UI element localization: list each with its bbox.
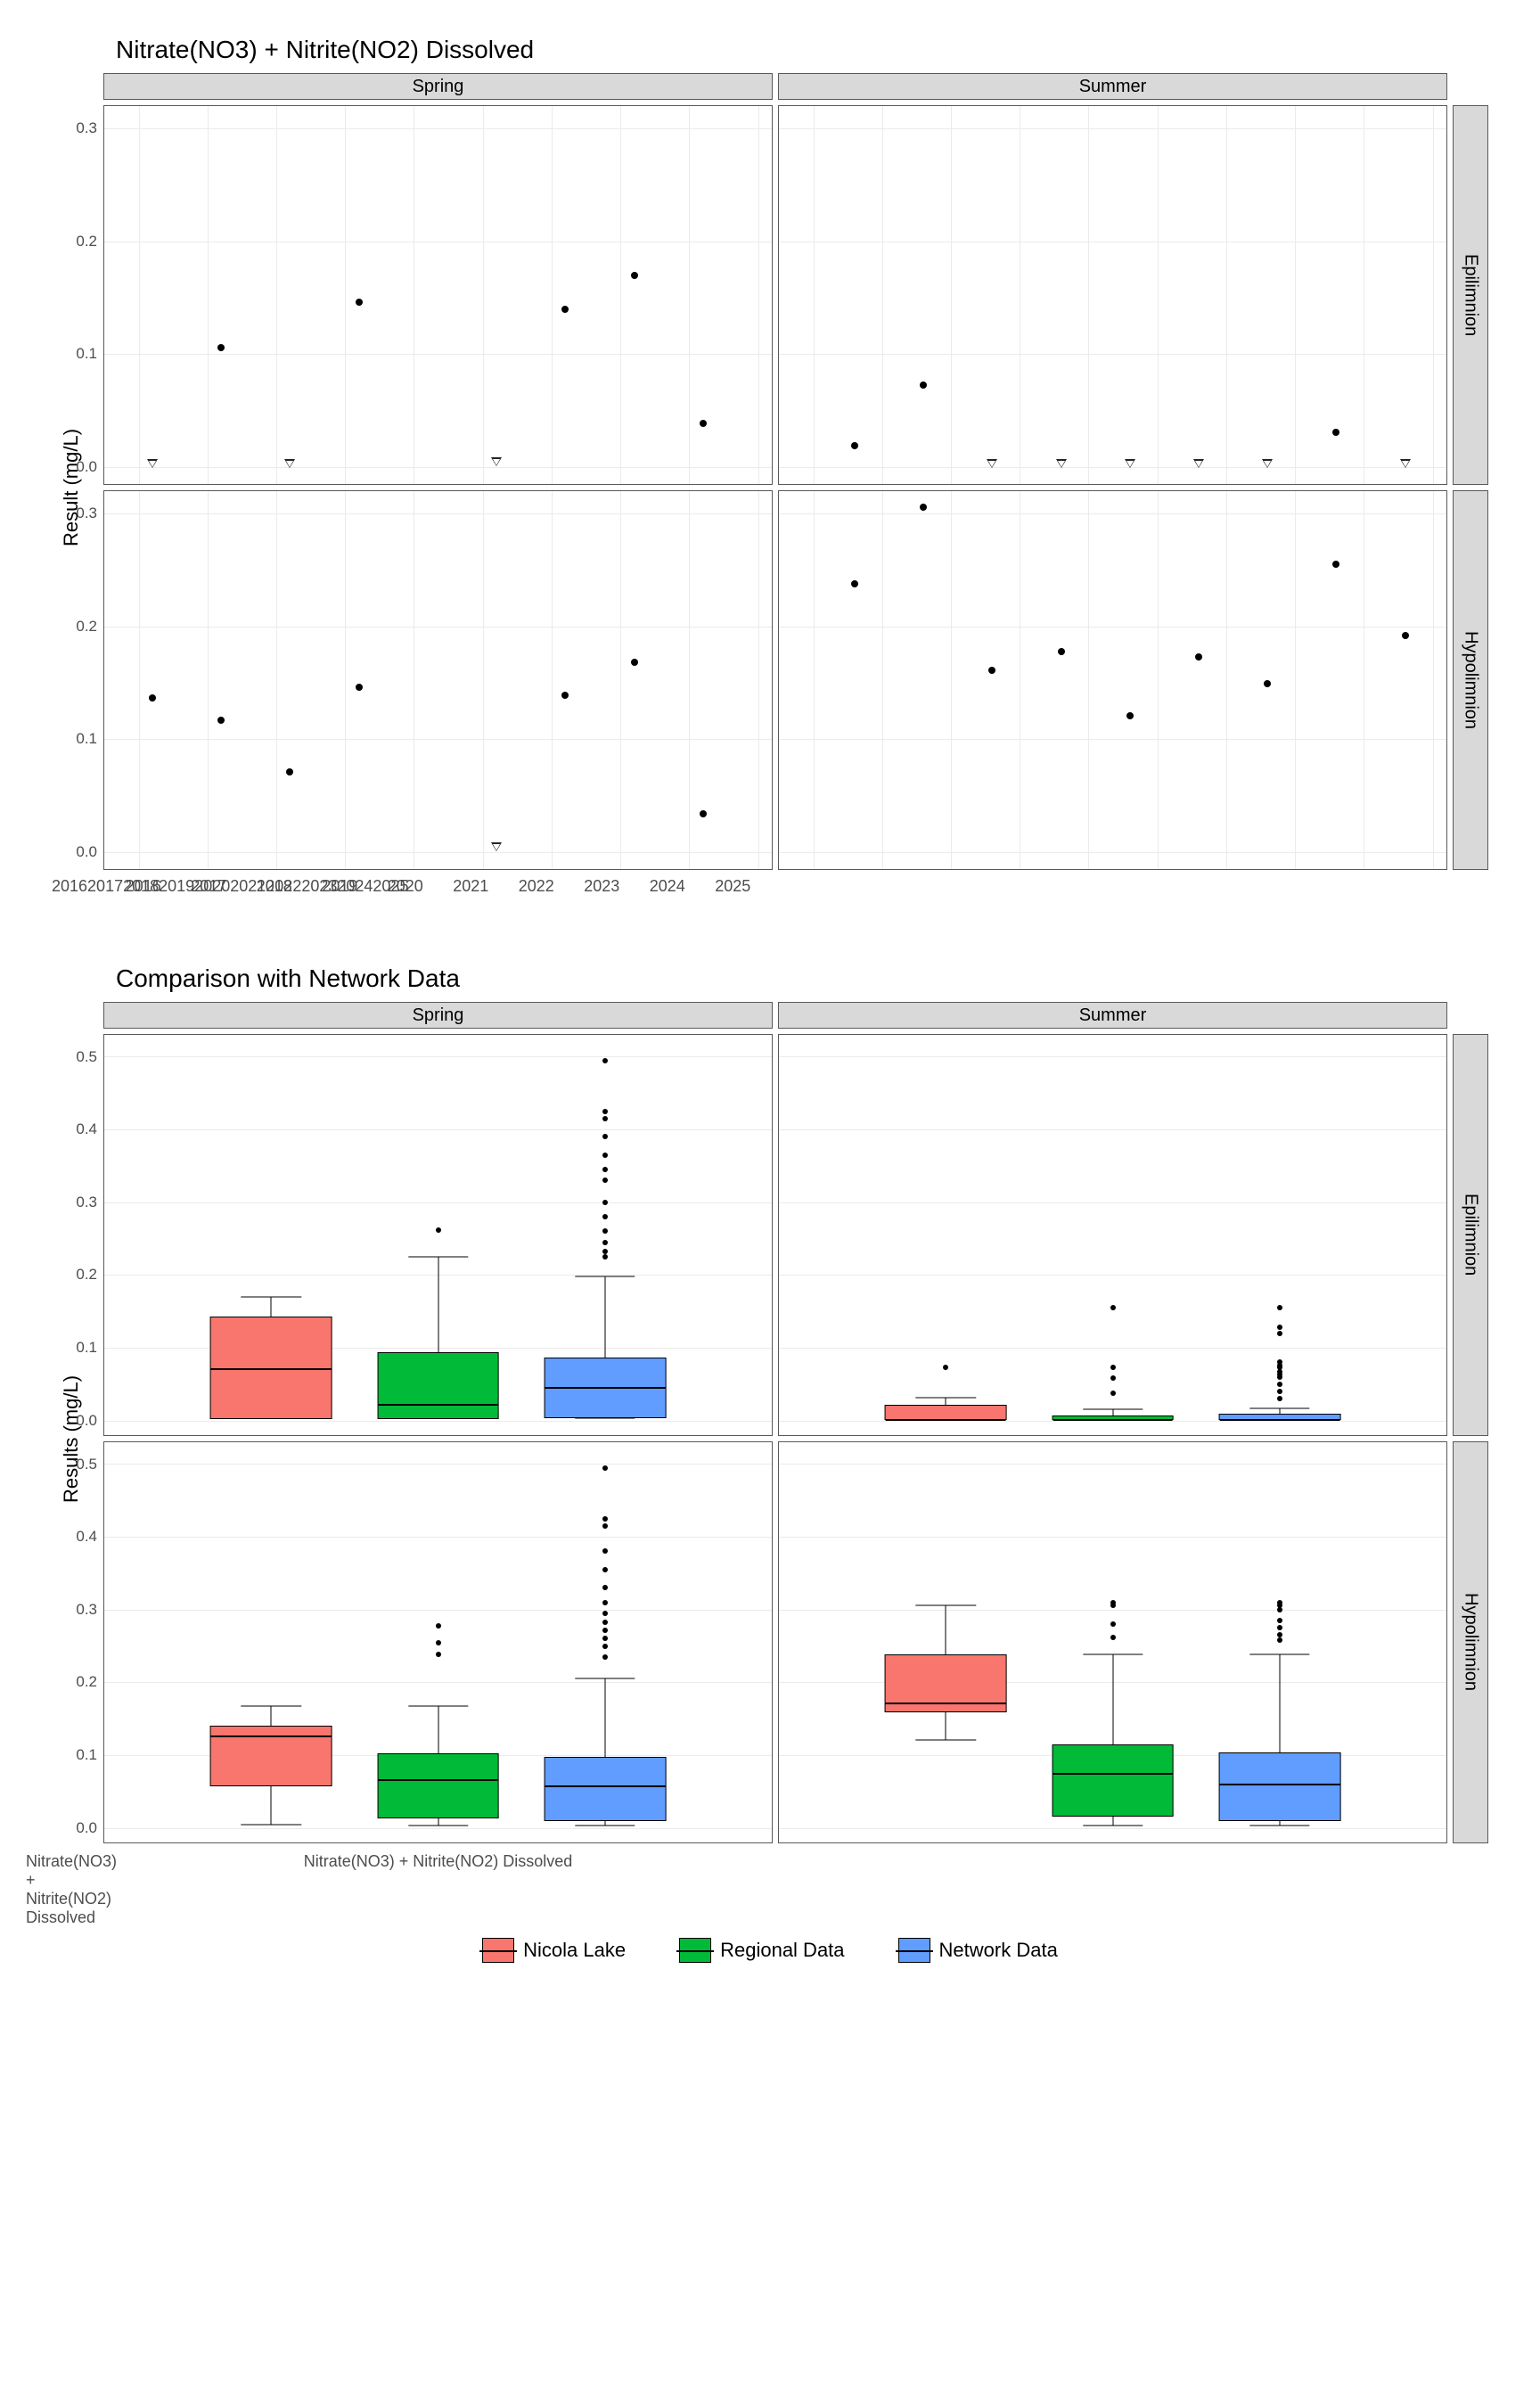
panel-summer-hypo	[778, 490, 1447, 870]
legend-key-icon	[482, 1938, 514, 1963]
legend-item-regional: Regional Data	[679, 1938, 844, 1963]
legend-item-nicola: Nicola Lake	[482, 1938, 626, 1963]
boxpanel-spring-hypo: 0.00.10.20.30.40.5	[103, 1441, 773, 1843]
scatter-chart: Nitrate(NO3) + Nitrite(NO2) Dissolved Sp…	[45, 36, 1495, 911]
col-strip-spring: Spring	[103, 73, 773, 100]
boxpanel-summer-epi	[778, 1034, 1447, 1436]
boxplot-chart: Comparison with Network Data Spring Summ…	[45, 964, 1495, 1884]
boxplot-xaxis-left: Nitrate(NO3) + Nitrite(NO2) Dissolved	[45, 1849, 98, 1884]
legend-label: Regional Data	[720, 1939, 844, 1962]
legend-item-network: Network Data	[898, 1938, 1058, 1963]
scatter-xaxis-left: 2016201720182019202020212022202320242025	[45, 875, 98, 911]
row-strip-epi: Epilimnion	[1453, 105, 1488, 485]
legend-key-icon	[679, 1938, 711, 1963]
row-strip-hypo: Hypolimnion	[1453, 490, 1488, 870]
legend: Nicola Lake Regional Data Network Data	[45, 1938, 1495, 1963]
boxpanel-summer-hypo	[778, 1441, 1447, 1843]
row-strip-epi2: Epilimnion	[1453, 1034, 1488, 1436]
boxpanel-spring-epi: 0.00.10.20.30.40.5	[103, 1034, 773, 1436]
panel-summer-epi	[778, 105, 1447, 485]
legend-label: Network Data	[939, 1939, 1058, 1962]
scatter-xaxis-right: 2016201720182019202020212022202320242025	[103, 875, 773, 911]
scatter-title: Nitrate(NO3) + Nitrite(NO2) Dissolved	[116, 36, 1495, 64]
col-strip-summer2: Summer	[778, 1002, 1447, 1029]
panel-spring-hypo: 0.00.10.20.3	[103, 490, 773, 870]
legend-label: Nicola Lake	[523, 1939, 626, 1962]
legend-key-icon	[898, 1938, 930, 1963]
row-strip-hypo2: Hypolimnion	[1453, 1441, 1488, 1843]
col-strip-summer: Summer	[778, 73, 1447, 100]
boxplot-title: Comparison with Network Data	[116, 964, 1495, 993]
boxplot-xaxis-right: Nitrate(NO3) + Nitrite(NO2) Dissolved	[103, 1849, 773, 1884]
col-strip-spring2: Spring	[103, 1002, 773, 1029]
panel-spring-epi: 0.00.10.20.3	[103, 105, 773, 485]
